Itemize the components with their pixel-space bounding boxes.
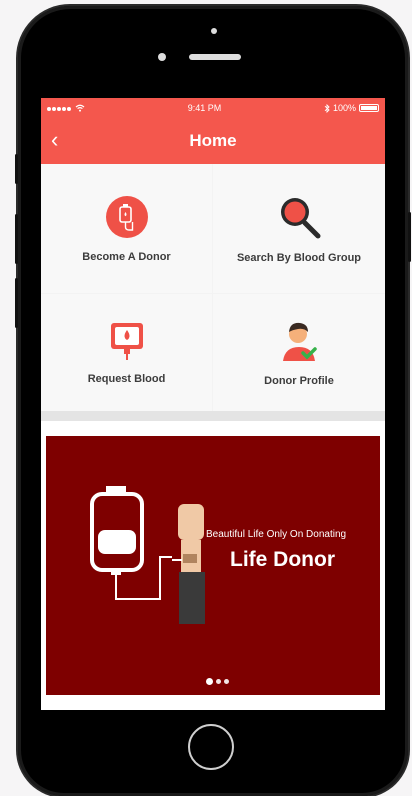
blood-request-icon	[110, 322, 143, 360]
earpiece-speaker	[189, 54, 241, 60]
pager-dot-active[interactable]	[206, 678, 213, 685]
volume-down-button	[15, 278, 18, 328]
donation-illustration	[90, 486, 205, 624]
app-screen: 9:41 PM 100% ‹ Home Become A Donor Searc…	[41, 98, 385, 710]
become-donor-label: Become A Donor	[82, 250, 171, 263]
search-blood-group-tile[interactable]: Search By Blood Group	[213, 164, 385, 293]
donor-profile-icon	[283, 322, 317, 361]
blood-bag-icon	[105, 195, 148, 238]
signal-icon	[47, 103, 72, 113]
donor-profile-label: Donor Profile	[264, 374, 334, 387]
navigation-bar: ‹ Home	[41, 118, 385, 164]
become-donor-tile[interactable]: Become A Donor	[41, 164, 212, 293]
banner-subtitle: Beautiful Life Only On Donating	[206, 529, 347, 540]
mute-switch	[15, 154, 18, 184]
front-camera	[158, 53, 166, 61]
search-blood-group-label: Search By Blood Group	[236, 251, 362, 264]
search-icon	[281, 197, 321, 238]
donor-profile-tile[interactable]: Donor Profile	[213, 294, 385, 411]
power-button	[408, 212, 411, 262]
volume-up-button	[15, 214, 18, 264]
banner-title: Life Donor	[230, 548, 335, 571]
status-bar: 9:41 PM 100%	[41, 98, 385, 118]
proximity-sensor	[211, 28, 217, 34]
request-blood-label: Request Blood	[87, 372, 166, 385]
promo-banner[interactable]: Beautiful Life Only On Donating Life Don…	[46, 436, 380, 695]
chevron-left-icon[interactable]: ‹	[51, 128, 58, 152]
carousel-pager[interactable]	[206, 678, 229, 685]
section-divider	[41, 411, 385, 421]
home-button[interactable]	[188, 724, 234, 770]
battery-icon	[359, 104, 379, 112]
page-title: Home	[189, 131, 237, 150]
pager-dot[interactable]	[216, 679, 221, 684]
status-time: 9:41 PM	[187, 103, 222, 113]
battery-percent: 100%	[332, 103, 356, 113]
request-blood-tile[interactable]: Request Blood	[41, 294, 212, 411]
wifi-icon	[75, 104, 85, 112]
bluetooth-icon	[324, 103, 330, 113]
menu-grid: Become A Donor Search By Blood Group Req…	[41, 164, 385, 411]
pager-dot[interactable]	[224, 679, 229, 684]
